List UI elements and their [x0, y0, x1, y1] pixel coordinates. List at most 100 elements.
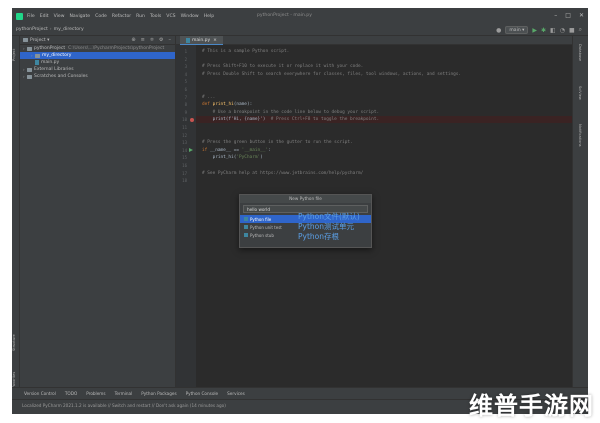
- folder-icon: [35, 53, 40, 58]
- minimize-icon[interactable]: –: [554, 12, 557, 19]
- run-gutter-icon[interactable]: [189, 148, 193, 153]
- python-stub-icon: [244, 233, 248, 237]
- search-icon[interactable]: ⌕: [579, 26, 582, 34]
- structure-tool-tab[interactable]: Structure: [12, 326, 20, 360]
- project-panel-actions: ⊕ ≡ ≑ ⚙ –: [131, 37, 171, 43]
- pycharm-logo-icon: [16, 12, 23, 20]
- code-line[interactable]: # Press Double Shift to search everywher…: [202, 72, 461, 77]
- user-icon[interactable]: ●: [496, 27, 501, 34]
- stop-icon[interactable]: ■: [569, 27, 575, 34]
- editor-gutter[interactable]: 1 2 3 4 5 6 7 8 9 10 11 12 13 14 15 16 17 18: [176, 45, 196, 387]
- project-panel-title[interactable]: Project: [30, 38, 46, 43]
- bottom-tool-tab[interactable]: Version Control: [24, 391, 56, 396]
- menu-window[interactable]: Window: [181, 14, 199, 19]
- window-title: pythonProject - main.py: [257, 13, 312, 18]
- breakpoint-icon[interactable]: [190, 117, 194, 122]
- menu-run[interactable]: Run: [136, 14, 145, 19]
- folder-icon: [27, 67, 32, 72]
- tree-item[interactable]: › pythonProject C:\Users\...\PycharmProjec…: [20, 45, 175, 52]
- code-line[interactable]: # Use a breakpoint in the code line belo…: [202, 110, 380, 115]
- tree-item-label: my_directory: [42, 53, 72, 58]
- tab-main-py[interactable]: main.py ×: [180, 36, 223, 45]
- status-message[interactable]: Localized PyCharm 2021.1.2 is available …: [22, 403, 226, 408]
- line-number: 10: [182, 117, 187, 123]
- code-line[interactable]: # This is a sample Python script.: [202, 49, 289, 54]
- code-token: # See PyCharm help at https://www.jetbra…: [202, 170, 364, 176]
- line-number: 6: [184, 87, 187, 92]
- breadcrumb-folder[interactable]: my_directory: [54, 27, 84, 32]
- menu-view[interactable]: View: [54, 14, 65, 19]
- code-token: __name__ ==: [209, 147, 242, 153]
- hide-icon[interactable]: –: [169, 37, 172, 43]
- menu-help[interactable]: Help: [204, 14, 214, 19]
- menu-edit[interactable]: Edit: [40, 14, 49, 19]
- menu-file[interactable]: File: [27, 14, 35, 19]
- project-tool-tab[interactable]: Project: [12, 40, 20, 70]
- locate-icon[interactable]: ⊕: [131, 37, 135, 43]
- code-line[interactable]: if __name__ == '__main__':: [202, 148, 271, 153]
- code-token: :: [268, 147, 271, 153]
- code-line[interactable]: # See PyCharm help at https://www.jetbra…: [202, 171, 363, 176]
- bottom-tool-tab[interactable]: TODO: [65, 391, 77, 396]
- tree-item[interactable]: › Scratches and Consoles: [20, 73, 175, 80]
- expand-icon[interactable]: ≑: [150, 37, 154, 43]
- project-panel-header: Project ▾ ⊕ ≡ ≑ ⚙ –: [20, 36, 175, 45]
- folder-icon: [27, 46, 32, 51]
- project-tree: › pythonProject C:\Users\...\PycharmProjec…: [20, 45, 175, 80]
- profile-icon[interactable]: ◔: [560, 27, 565, 34]
- line-number: 8: [184, 102, 187, 108]
- tree-item[interactable]: main.py: [20, 59, 175, 66]
- code-line[interactable]: def print_hi(name):: [202, 102, 252, 107]
- editor-tab-bar: main.py ×: [176, 36, 572, 45]
- breadcrumb-project[interactable]: pythonProject: [16, 27, 48, 32]
- line-number: 9: [184, 109, 187, 115]
- debug-icon[interactable]: ✱: [541, 27, 546, 34]
- code-line[interactable]: print(f'Hi, {name}') # Press Ctrl+F8 to …: [202, 117, 380, 123]
- close-tab-icon[interactable]: ×: [213, 38, 217, 43]
- sciview-tool-tab[interactable]: SciView: [578, 86, 582, 100]
- menu-code[interactable]: Code: [95, 14, 107, 19]
- menu-vcs[interactable]: VCS: [166, 14, 175, 19]
- bottom-tool-tab[interactable]: Services: [227, 391, 245, 396]
- code-token: 'PyCharm': [236, 155, 261, 161]
- code-line[interactable]: # Press Shift+F10 to execute it or repla…: [202, 64, 363, 69]
- run-icon[interactable]: ▶: [532, 27, 537, 34]
- python-file-icon: [186, 37, 190, 43]
- breadcrumb-separator-icon: ›: [49, 27, 52, 32]
- line-number: 11: [182, 125, 187, 130]
- notifications-tool-tab[interactable]: Notifications: [578, 124, 582, 147]
- code-token: # Press Shift+F10 to execute it or repla…: [202, 64, 364, 70]
- menu-refactor[interactable]: Refactor: [112, 14, 131, 19]
- gear-icon[interactable]: ⚙: [159, 37, 163, 43]
- tab-label: main.py: [192, 37, 211, 43]
- bottom-tool-tab[interactable]: Python Console: [186, 391, 218, 396]
- code-token: '__main__': [241, 147, 269, 153]
- menu-tools[interactable]: Tools: [150, 14, 161, 19]
- bottom-tool-tab[interactable]: Terminal: [115, 391, 133, 396]
- close-icon[interactable]: ✕: [579, 12, 584, 19]
- coverage-icon[interactable]: ◧: [550, 27, 556, 34]
- line-number: 17: [182, 170, 187, 176]
- run-config-select[interactable]: main ▾: [505, 26, 529, 34]
- right-tool-strip: Database SciView Notifications: [572, 36, 588, 404]
- tree-item[interactable]: › my_directory: [20, 52, 175, 59]
- menu-navigate[interactable]: Navigate: [70, 14, 91, 19]
- line-number: 18: [182, 178, 187, 184]
- code-line[interactable]: # Press the green button in the gutter t…: [202, 140, 353, 145]
- line-number: 14: [182, 147, 187, 153]
- bottom-tool-tab[interactable]: Problems: [86, 391, 105, 396]
- python-file-icon: [244, 217, 248, 221]
- code-token: # Press Ctrl+F8 to toggle the breakpoint…: [270, 117, 380, 123]
- code-line[interactable]: print_hi('PyCharm'): [202, 155, 263, 160]
- code-token: print_hi: [212, 102, 234, 108]
- tree-item[interactable]: › External Libraries: [20, 66, 175, 73]
- code-token: # Press Double Shift to search everywher…: [202, 71, 462, 77]
- code-line[interactable]: # ...: [202, 95, 215, 100]
- option-label: Python unit test: [250, 224, 282, 230]
- maximize-icon[interactable]: □: [565, 12, 571, 19]
- collapse-icon[interactable]: ≡: [141, 37, 145, 43]
- bottom-tool-tab[interactable]: Python Packages: [141, 391, 176, 396]
- database-tool-tab[interactable]: Database: [578, 44, 582, 61]
- code-token: print_hi(: [202, 155, 237, 161]
- line-number: 16: [182, 163, 187, 168]
